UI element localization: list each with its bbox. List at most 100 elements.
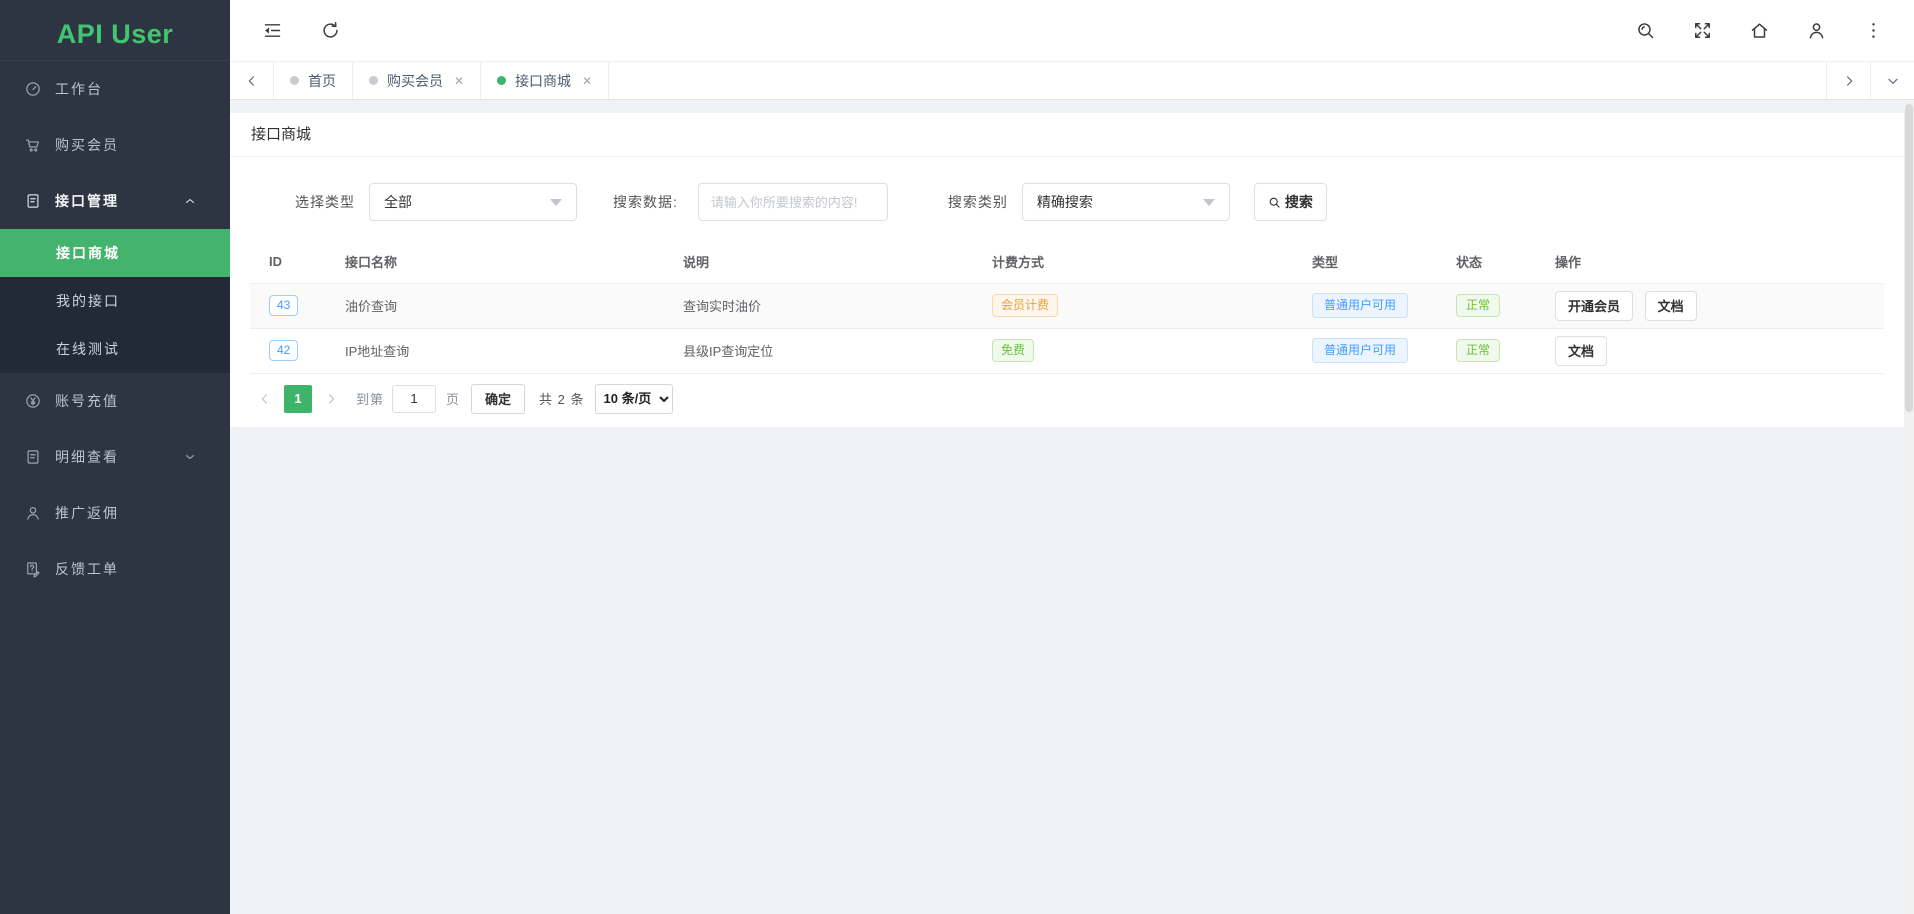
id-badge: 42 <box>269 340 298 360</box>
close-icon[interactable]: ✕ <box>582 74 592 88</box>
caret-down-icon <box>1203 199 1215 206</box>
home-icon[interactable] <box>1749 20 1770 41</box>
user-icon[interactable] <box>1806 20 1827 41</box>
close-icon[interactable]: ✕ <box>454 74 464 88</box>
tab-dot-active <box>497 76 506 85</box>
page-title: 接口商城 <box>230 113 1904 157</box>
app-logo: API User <box>0 0 230 61</box>
tabs-scroll-right-icon[interactable] <box>1826 62 1870 99</box>
tab-home[interactable]: 首页 <box>274 62 353 99</box>
top-toolbar <box>230 0 1914 62</box>
col-header-billing: 计费方式 <box>973 240 1293 283</box>
sidebar-item-label: 明细查看 <box>55 447 119 467</box>
sidebar-menu: 工作台 购买会员 接口管理 接口商城 我的接口 在线测试 <box>0 61 230 914</box>
search-button[interactable]: 搜索 <box>1254 183 1327 221</box>
search-category-label: 搜索类别 <box>948 192 1008 212</box>
submenu-item-label: 我的接口 <box>56 291 120 311</box>
api-name-cell: IP地址查询 <box>326 328 664 373</box>
content-area: 接口商城 选择类型 全部 搜索数据: 搜索类别 精确搜索 <box>230 100 1914 914</box>
toolbar-right <box>1635 20 1884 41</box>
sidebar: API User 工作台 购买会员 接口管理 接口商城 我的接口 <box>0 0 230 914</box>
scrollbar-track <box>1904 101 1914 914</box>
ticket-question-icon <box>24 560 42 578</box>
page-unit-label: 页 <box>446 389 459 408</box>
goto-confirm-button[interactable]: 确定 <box>471 384 525 414</box>
goto-page-label: 到第 <box>356 389 384 408</box>
next-page-icon[interactable] <box>318 392 344 406</box>
page-size-select[interactable]: 10 条/页 <box>595 384 673 414</box>
id-badge: 43 <box>269 295 298 315</box>
sidebar-item-buy-membership[interactable]: 购买会员 <box>0 117 230 173</box>
search-input[interactable] <box>698 183 888 221</box>
search-icon[interactable] <box>1635 20 1656 41</box>
api-table: ID 接口名称 说明 计费方式 类型 状态 操作 43 油价查询 <box>250 240 1884 374</box>
type-badge: 普通用户可用 <box>1312 338 1408 362</box>
docs-button[interactable]: 文档 <box>1645 291 1697 321</box>
tab-bar: 首页 购买会员 ✕ 接口商城 ✕ <box>230 62 1914 100</box>
tab-label: 接口商城 <box>515 71 571 91</box>
sidebar-item-promotion-rebate[interactable]: 推广返佣 <box>0 485 230 541</box>
sidebar-item-api-market[interactable]: 接口商城 <box>0 229 230 277</box>
category-select-value: 精确搜索 <box>1037 192 1093 212</box>
tab-label: 首页 <box>308 71 336 91</box>
refresh-icon[interactable] <box>320 20 341 41</box>
sidebar-item-api-management[interactable]: 接口管理 <box>0 173 230 229</box>
tab-dot <box>290 76 299 85</box>
billing-badge: 免费 <box>992 339 1034 361</box>
sidebar-item-workbench[interactable]: 工作台 <box>0 61 230 117</box>
caret-down-icon <box>550 199 562 206</box>
tab-buy-membership[interactable]: 购买会员 ✕ <box>353 62 481 99</box>
sidebar-item-detail-view[interactable]: 明细查看 <box>0 429 230 485</box>
col-header-id: ID <box>250 240 326 283</box>
tab-dot <box>369 76 378 85</box>
pagination: 1 到第 页 确定 共 2 条 10 条/页 <box>252 384 1904 414</box>
cart-icon <box>24 136 42 154</box>
submenu-item-label: 在线测试 <box>56 339 120 359</box>
document-icon <box>24 448 42 466</box>
tabs-dropdown-icon[interactable] <box>1870 62 1914 99</box>
tabs-scroll-left-icon[interactable] <box>230 62 274 99</box>
col-header-actions: 操作 <box>1536 240 1884 283</box>
api-market-panel: 接口商城 选择类型 全部 搜索数据: 搜索类别 精确搜索 <box>230 113 1904 427</box>
chevron-up-icon <box>183 194 197 208</box>
col-header-type: 类型 <box>1293 240 1437 283</box>
docs-button[interactable]: 文档 <box>1555 336 1607 366</box>
search-button-label: 搜索 <box>1285 192 1313 212</box>
sidebar-item-label: 购买会员 <box>55 135 119 155</box>
prev-page-icon[interactable] <box>252 392 278 406</box>
status-badge: 正常 <box>1456 294 1500 316</box>
open-membership-button[interactable]: 开通会员 <box>1555 291 1633 321</box>
toolbar-left <box>262 20 341 41</box>
person-icon <box>24 504 42 522</box>
table-row: 43 油价查询 查询实时油价 会员计费 普通用户可用 正常 开通会员 文档 <box>250 283 1884 328</box>
fullscreen-icon[interactable] <box>1692 20 1713 41</box>
table-row: 42 IP地址查询 县级IP查询定位 免费 普通用户可用 正常 文档 <box>250 328 1884 373</box>
kebab-menu-icon[interactable] <box>1863 20 1884 41</box>
tab-api-market[interactable]: 接口商城 ✕ <box>481 62 609 99</box>
goto-page-input[interactable] <box>392 385 436 413</box>
search-category-select[interactable]: 精确搜索 <box>1022 183 1230 221</box>
sidebar-item-my-apis[interactable]: 我的接口 <box>0 277 230 325</box>
sidebar-item-online-test[interactable]: 在线测试 <box>0 325 230 373</box>
dashboard-icon <box>24 80 42 98</box>
sidebar-item-label: 账号充值 <box>55 391 119 411</box>
search-icon <box>1268 196 1281 209</box>
app-root: API User 工作台 购买会员 接口管理 接口商城 我的接口 <box>0 0 1914 914</box>
sidebar-item-label: 反馈工单 <box>55 559 119 579</box>
scrollbar-thumb[interactable] <box>1905 104 1913 412</box>
status-badge: 正常 <box>1456 339 1500 361</box>
col-header-name: 接口名称 <box>326 240 664 283</box>
menu-fold-icon[interactable] <box>262 20 283 41</box>
type-select[interactable]: 全部 <box>369 183 577 221</box>
sidebar-item-label: 推广返佣 <box>55 503 119 523</box>
billing-badge: 会员计费 <box>992 294 1058 316</box>
yen-circle-icon <box>24 392 42 410</box>
document-icon <box>24 192 42 210</box>
sidebar-item-account-recharge[interactable]: 账号充值 <box>0 373 230 429</box>
tab-label: 购买会员 <box>387 71 443 91</box>
api-desc-cell: 县级IP查询定位 <box>664 328 973 373</box>
sidebar-item-feedback-ticket[interactable]: 反馈工单 <box>0 541 230 597</box>
chevron-down-icon <box>183 450 197 464</box>
current-page-button[interactable]: 1 <box>284 385 312 413</box>
col-header-desc: 说明 <box>664 240 973 283</box>
